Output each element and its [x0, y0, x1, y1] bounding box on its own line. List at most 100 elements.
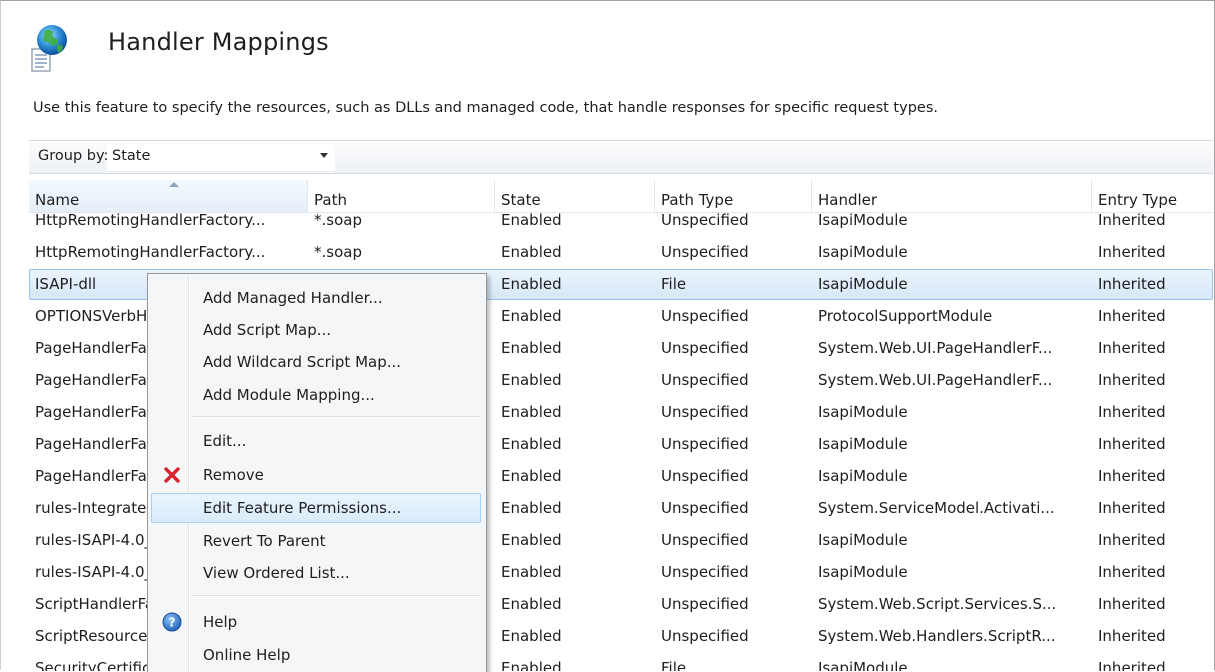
column-header-label: State: [501, 191, 541, 209]
table-row[interactable]: HttpRemotingHandlerFactory... *.soap Enabl…: [29, 236, 1213, 268]
column-header-path[interactable]: Path: [308, 180, 495, 212]
cell-state: Enabled: [501, 659, 562, 671]
menu-item-add-managed-handler[interactable]: Add Managed Handler...: [151, 283, 481, 313]
menu-item-label: Help: [203, 613, 238, 631]
cell-entry-type: Inherited: [1098, 371, 1166, 389]
cell-state: Enabled: [501, 339, 562, 357]
cell-state: Enabled: [501, 627, 562, 645]
menu-item-edit[interactable]: Edit...: [151, 426, 481, 456]
cell-state: Enabled: [501, 435, 562, 453]
sort-ascending-icon: [169, 182, 179, 187]
menu-item-add-script-map[interactable]: Add Script Map...: [151, 315, 481, 345]
column-header-label: Name: [35, 191, 80, 209]
cell-path-type: Unspecified: [661, 531, 749, 549]
red-x-icon: [164, 467, 180, 483]
cell-handler: IsapiModule: [818, 467, 908, 485]
menu-item-label: Online Help: [203, 646, 291, 664]
cell-state: Enabled: [501, 403, 562, 421]
cell-path-type: Unspecified: [661, 371, 749, 389]
cell-path-type: File: [661, 275, 687, 293]
menu-item-remove[interactable]: Remove: [151, 460, 481, 490]
page-description: Use this feature to specify the resource…: [33, 100, 938, 116]
cell-entry-type: Inherited: [1098, 563, 1166, 581]
cell-path-type: Unspecified: [661, 595, 749, 613]
menu-item-label: Add Script Map...: [203, 321, 332, 339]
context-menu: Add Managed Handler... Add Script Map...…: [147, 273, 487, 672]
cell-handler: System.Web.UI.PageHandlerF...: [818, 339, 1053, 357]
menu-item-help[interactable]: ? Help: [151, 607, 481, 637]
menu-item-view-ordered-list[interactable]: View Ordered List...: [151, 558, 481, 588]
menu-separator: [192, 416, 480, 418]
menu-item-label: View Ordered List...: [203, 564, 350, 582]
cell-state: Enabled: [501, 243, 562, 261]
cell-handler: System.ServiceModel.Activati...: [818, 499, 1055, 517]
cell-handler: System.Web.UI.PageHandlerF...: [818, 371, 1053, 389]
menu-item-add-wildcard-script-map[interactable]: Add Wildcard Script Map...: [151, 347, 481, 377]
cell-handler: IsapiModule: [818, 531, 908, 549]
menu-item-online-help[interactable]: Online Help: [151, 640, 481, 670]
cell-state: Enabled: [501, 499, 562, 517]
cell-state: Enabled: [501, 563, 562, 581]
menu-item-label: Remove: [203, 466, 264, 484]
cell-entry-type: Inherited: [1098, 243, 1166, 261]
cell-path-type: Unspecified: [661, 307, 749, 325]
cell-handler: IsapiModule: [818, 659, 908, 671]
help-circle-icon: ?: [162, 612, 182, 632]
column-header-label: Entry Type: [1098, 191, 1178, 209]
cell-handler: IsapiModule: [818, 243, 908, 261]
cell-entry-type: Inherited: [1098, 467, 1166, 485]
cell-state: Enabled: [501, 307, 562, 325]
cell-path-type: Unspecified: [661, 499, 749, 517]
cell-handler: IsapiModule: [818, 403, 908, 421]
column-header-state[interactable]: State: [495, 180, 655, 212]
cell-entry-type: Inherited: [1098, 435, 1166, 453]
cell-entry-type: Inherited: [1098, 531, 1166, 549]
cell-entry-type: Inherited: [1098, 627, 1166, 645]
menu-item-label: Add Module Mapping...: [203, 386, 375, 404]
cell-path: *.soap: [314, 243, 362, 261]
cell-path-type: File: [661, 659, 687, 671]
column-header-label: Handler: [818, 191, 878, 209]
column-header-path-type[interactable]: Path Type: [655, 180, 812, 212]
cell-state: Enabled: [501, 595, 562, 613]
cell-state: Enabled: [501, 531, 562, 549]
column-header-handler[interactable]: Handler: [812, 180, 1092, 212]
cell-handler: System.Web.Script.Services.S...: [818, 595, 1057, 613]
cell-entry-type: Inherited: [1098, 275, 1166, 293]
cell-path-type: Unspecified: [661, 435, 749, 453]
cell-path-type: Unspecified: [661, 243, 749, 261]
cell-entry-type: Inherited: [1098, 659, 1166, 671]
menu-item-label: Add Managed Handler...: [203, 289, 383, 307]
cell-name: HttpRemotingHandlerFactory...: [35, 243, 266, 261]
svg-text:?: ?: [169, 616, 176, 630]
group-by-value: State: [112, 148, 151, 164]
column-header-name[interactable]: Name: [29, 180, 308, 212]
menu-item-label: Revert To Parent: [203, 532, 326, 550]
cell-handler: IsapiModule: [818, 435, 908, 453]
group-by-dropdown[interactable]: State: [107, 144, 335, 171]
menu-item-edit-feature-permissions[interactable]: Edit Feature Permissions...: [151, 493, 481, 523]
menu-item-label: Edit Feature Permissions...: [203, 499, 402, 517]
cell-path-type: Unspecified: [661, 403, 749, 421]
cell-handler: System.Web.Handlers.ScriptR...: [818, 627, 1056, 645]
cell-entry-type: Inherited: [1098, 339, 1166, 357]
cell-path-type: Unspecified: [661, 627, 749, 645]
menu-item-revert-to-parent[interactable]: Revert To Parent: [151, 526, 481, 556]
menu-separator: [192, 595, 480, 597]
column-header-entry-type[interactable]: Entry Type: [1092, 180, 1213, 212]
page-title: Handler Mappings: [108, 28, 329, 56]
cell-entry-type: Inherited: [1098, 499, 1166, 517]
cell-path-type: Unspecified: [661, 563, 749, 581]
cell-state: Enabled: [501, 371, 562, 389]
chevron-down-icon: [320, 153, 328, 158]
group-by-toolbar: Group by: State: [29, 140, 1213, 174]
cell-path-type: Unspecified: [661, 339, 749, 357]
group-by-label: Group by:: [38, 148, 109, 164]
cell-entry-type: Inherited: [1098, 403, 1166, 421]
cell-handler: IsapiModule: [818, 563, 908, 581]
menu-item-add-module-mapping[interactable]: Add Module Mapping...: [151, 380, 481, 410]
cell-path-type: Unspecified: [661, 467, 749, 485]
cell-entry-type: Inherited: [1098, 595, 1166, 613]
menu-item-label: Add Wildcard Script Map...: [203, 353, 402, 371]
column-header-label: Path: [314, 191, 347, 209]
